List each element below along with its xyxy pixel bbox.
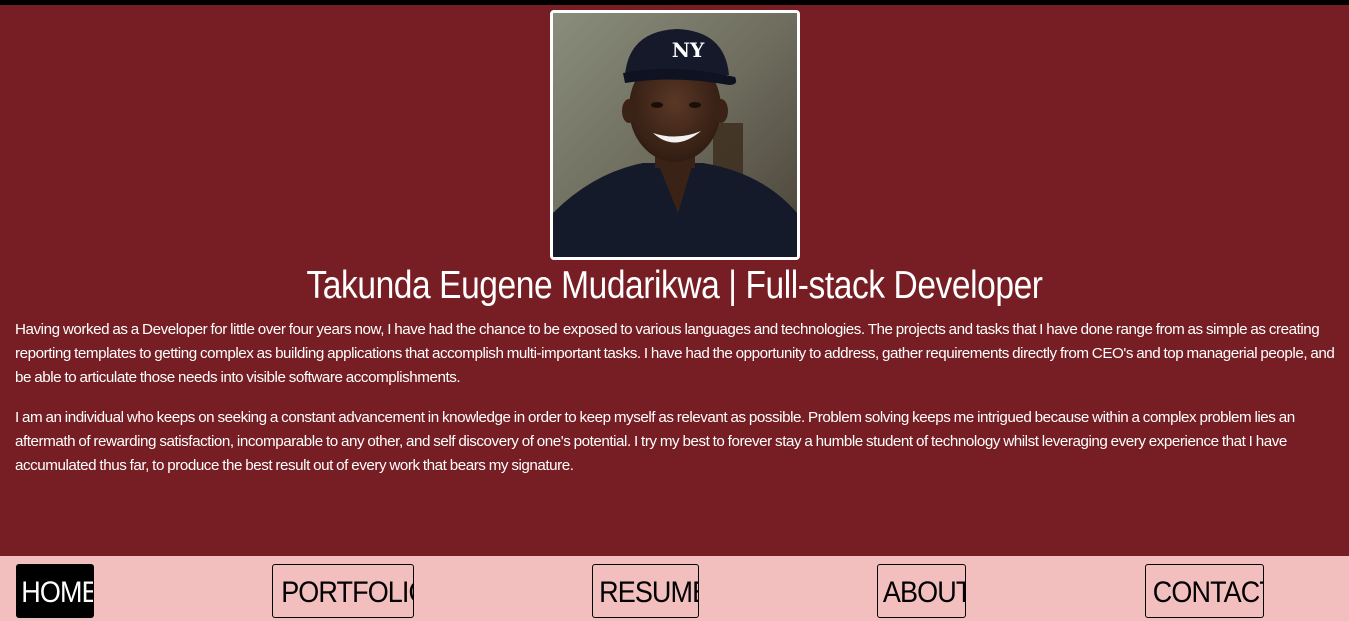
profile-photo-image: NY xyxy=(553,13,797,257)
page-title: Takunda Eugene Mudarikwa | Full-stack De… xyxy=(306,264,1043,307)
bottom-navigation: HOME PORTFOLIO RESUME ABOUT CONTACT xyxy=(0,556,1349,621)
svg-text:NY: NY xyxy=(672,38,705,62)
nav-portfolio-button[interactable]: PORTFOLIO xyxy=(272,564,414,618)
bio-paragraph-2: I am an individual who keeps on seeking … xyxy=(15,409,1295,474)
nav-about-button[interactable]: ABOUT xyxy=(877,564,966,618)
profile-photo: NY xyxy=(550,10,800,260)
bio-paragraph-1: Having worked as a Developer for little … xyxy=(15,321,1335,386)
nav-contact-button[interactable]: CONTACT xyxy=(1145,564,1264,618)
bio-section: Having worked as a Developer for little … xyxy=(15,318,1343,494)
nav-home-button[interactable]: HOME xyxy=(16,564,94,618)
top-border xyxy=(0,0,1349,5)
nav-resume-button[interactable]: RESUME xyxy=(592,564,699,618)
